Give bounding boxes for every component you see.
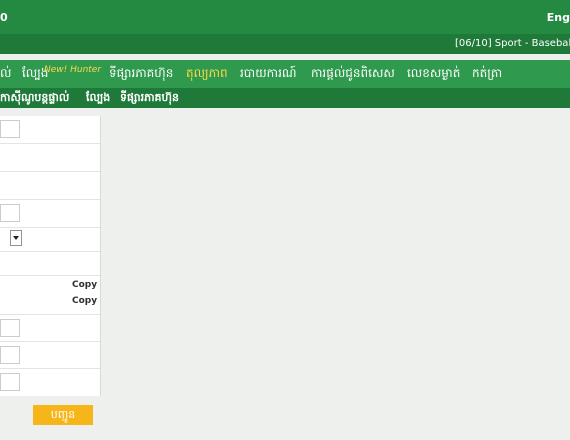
form-row xyxy=(0,144,100,172)
new-hunter-badge: New! Hunter xyxy=(44,65,102,75)
text-input-2[interactable] xyxy=(0,319,20,337)
dropdown-select[interactable] xyxy=(10,230,22,246)
copy-button[interactable]: Copy xyxy=(72,280,97,290)
form-row xyxy=(0,342,100,369)
form-row xyxy=(0,172,100,200)
nav-item-record[interactable]: កត់ត្រា xyxy=(472,65,502,83)
form-row xyxy=(0,315,100,342)
amount-input[interactable] xyxy=(0,120,20,138)
top-bar: 0 Eng xyxy=(0,0,570,34)
form-panel: Copy Copy xyxy=(0,116,101,396)
ticker-text: [06/10] Sport - Baseball - xyxy=(455,38,570,49)
news-ticker: [06/10] Sport - Baseball - xyxy=(0,34,570,54)
nav-item-promotions[interactable]: ការផ្តល់ជូនពិសេស xyxy=(311,65,395,83)
top-left-text: 0 xyxy=(0,11,8,24)
nav-item-stock-market[interactable]: ទីផ្សារភាគហ៊ុន xyxy=(109,65,173,83)
form-row xyxy=(0,252,100,276)
subnav-item-games[interactable]: ល្បែង xyxy=(86,91,110,107)
nav-item-truncated[interactable]: ល់ xyxy=(0,65,11,83)
form-row xyxy=(0,116,100,144)
text-input-3[interactable] xyxy=(0,346,20,364)
form-row xyxy=(0,200,100,228)
subnav-item-live-casino[interactable]: កាស៊ីណូបន្តផ្ទាល់ xyxy=(0,91,69,107)
subnav-item-stock-market[interactable]: ទីផ្សារភាគហ៊ុន xyxy=(120,91,179,107)
form-row xyxy=(0,369,100,396)
text-input[interactable] xyxy=(0,204,20,222)
text-input-4[interactable] xyxy=(0,373,20,391)
form-row xyxy=(0,228,100,252)
form-row: Copy Copy xyxy=(0,276,100,315)
language-selector[interactable]: Eng xyxy=(547,11,570,24)
chevron-down-icon xyxy=(13,236,19,240)
copy-button-2[interactable]: Copy xyxy=(72,296,97,306)
sub-navigation: កាស៊ីណូបន្តផ្ទាល់ ល្បែង ទីផ្សារភាគហ៊ុន xyxy=(0,88,570,108)
nav-item-balance[interactable]: តុល្យភាព xyxy=(186,65,228,83)
nav-item-reports[interactable]: របាយការណ៍ xyxy=(240,65,297,83)
nav-item-password[interactable]: លេខសម្ងាត់ xyxy=(407,65,460,83)
submit-button[interactable]: បញ្ជូន xyxy=(33,405,93,425)
